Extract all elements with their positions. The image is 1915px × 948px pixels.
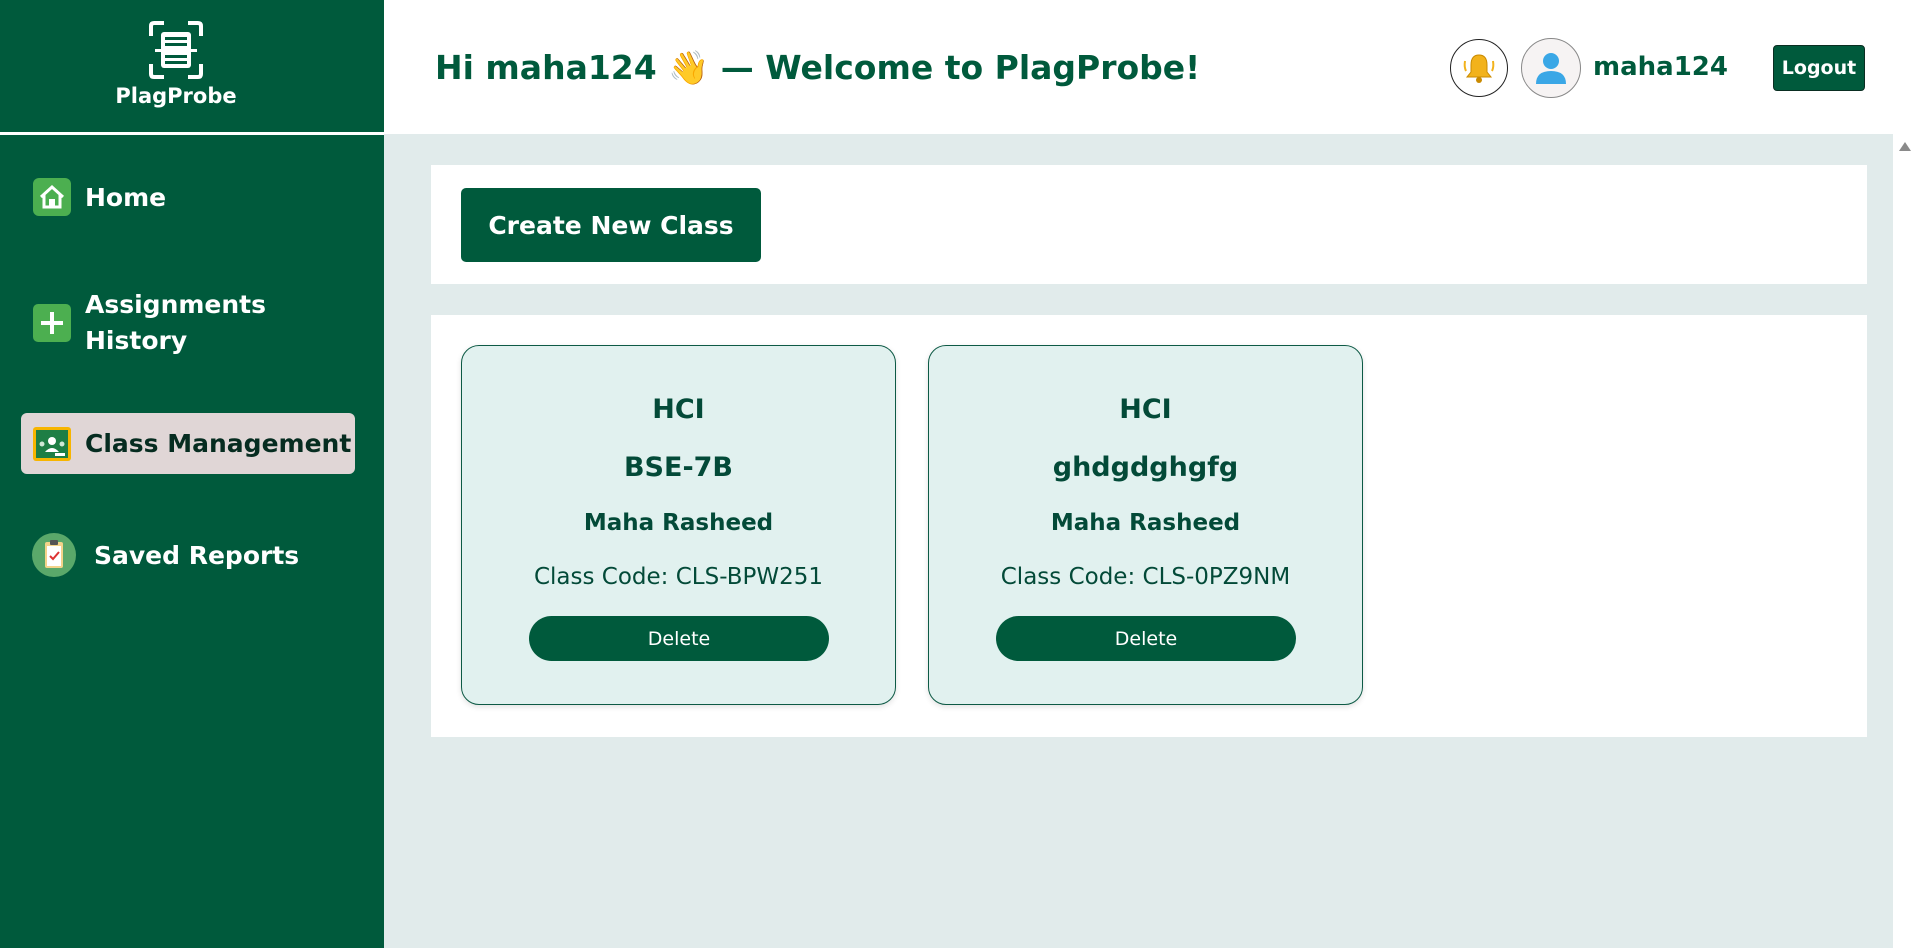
sidebar-item-label: Saved Reports — [94, 540, 300, 570]
user-avatar-icon — [1536, 53, 1566, 84]
top-header: Hi maha124 👋 — Welcome to PlagProbe! mah… — [384, 0, 1915, 134]
sidebar-item-home[interactable]: Home — [21, 174, 355, 220]
class-title: HCI — [1119, 394, 1172, 425]
create-new-class-button[interactable]: Create New Class — [461, 188, 761, 262]
sidebar: PlagProbe Home Assignments History Class… — [0, 0, 384, 948]
delete-class-button[interactable]: Delete — [529, 616, 829, 661]
sidebar-item-label: Assignments History — [85, 290, 267, 355]
class-teacher: Maha Rasheed — [1050, 510, 1241, 536]
user-avatar[interactable] — [1521, 38, 1581, 98]
scan-document-icon — [149, 21, 203, 79]
class-teacher: Maha Rasheed — [583, 510, 774, 536]
welcome-prefix: Hi maha124 — [435, 48, 669, 87]
class-code: Class Code: CLS-BPW251 — [533, 564, 823, 590]
classroom-icon — [33, 425, 71, 463]
class-card[interactable]: HCI ghdgdghgfg Maha Rasheed Class Code: … — [928, 345, 1363, 705]
plus-icon — [33, 304, 71, 342]
scroll-up-icon[interactable] — [1899, 142, 1911, 151]
class-title: HCI — [652, 394, 705, 425]
class-section: ghdgdghgfg — [1052, 452, 1239, 483]
bell-icon — [1463, 54, 1495, 83]
class-card[interactable]: HCI BSE-7B Maha Rasheed Class Code: CLS-… — [461, 345, 896, 705]
wave-icon: 👋 — [668, 48, 710, 87]
logout-button[interactable]: Logout — [1773, 45, 1865, 91]
logo[interactable]: PlagProbe — [0, 0, 384, 135]
home-icon — [33, 178, 71, 216]
welcome-suffix: — Welcome to PlagProbe! — [709, 48, 1201, 87]
sidebar-item-saved-reports-row[interactable]: Saved Reports — [21, 532, 355, 578]
sidebar-item-class-management[interactable]: Class Management — [21, 413, 355, 474]
username: maha124 — [1593, 52, 1728, 82]
vertical-scrollbar[interactable] — [1893, 134, 1915, 948]
class-code: Class Code: CLS-0PZ9NM — [1000, 564, 1291, 590]
logo-text: PlagProbe — [115, 84, 237, 108]
toolbar-panel: Create New Class — [431, 165, 1867, 284]
clipboard-icon — [32, 533, 76, 577]
welcome-message: Hi maha124 👋 — Welcome to PlagProbe! — [435, 48, 1200, 88]
sidebar-item-label: Home — [85, 182, 167, 212]
class-section: BSE-7B — [623, 452, 734, 483]
class-list-panel: HCI BSE-7B Maha Rasheed Class Code: CLS-… — [431, 315, 1867, 737]
delete-class-button[interactable]: Delete — [996, 616, 1296, 661]
sidebar-item-assignments-history[interactable]: Assignments History — [21, 285, 355, 361]
sidebar-item-label: Class Management — [85, 429, 352, 458]
notifications-button[interactable] — [1450, 39, 1508, 97]
